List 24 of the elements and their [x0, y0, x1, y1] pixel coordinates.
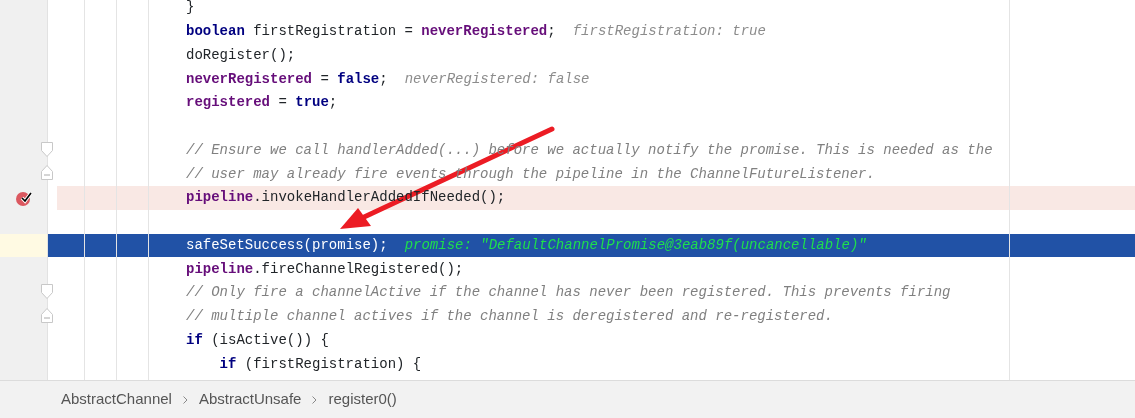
- code-line: // user may already fire events through the pipeline in the ChannelFutureListener.: [186, 164, 875, 184]
- inline-value-hint: firstRegistration: true: [572, 22, 766, 42]
- code-line: if (isActive()) {: [186, 330, 329, 350]
- breadcrumb-item[interactable]: AbstractChannel: [61, 388, 172, 411]
- code-line: // multiple channel actives if the channel is deregistered and re-registered.: [186, 307, 833, 327]
- breadcrumb-item[interactable]: AbstractUnsafe: [198, 388, 302, 411]
- fold-icon[interactable]: [41, 284, 53, 299]
- code-line: registered = true;: [186, 93, 338, 113]
- code-line: }: [186, 0, 195, 18]
- code-line: pipeline.fireChannelRegistered();: [186, 259, 464, 279]
- code-line: neverRegistered = false;: [186, 69, 388, 89]
- fold-icon[interactable]: [41, 165, 53, 181]
- code-line: safeSetSuccess(promise);: [186, 235, 388, 255]
- breadcrumb-item[interactable]: register0(): [328, 388, 397, 411]
- inline-value-hint: neverRegistered: false: [404, 69, 590, 89]
- code-line: boolean firstRegistration = neverRegistered;: [186, 22, 556, 42]
- inline-value-hint: promise: "DefaultChannelPromise@3eab89f(uncancellable)": [404, 235, 867, 255]
- chevron-icon: [312, 395, 318, 404]
- code-line: // Only fire a channelActive if the channel has never been registered. This prevents firing: [186, 283, 951, 303]
- fold-icon[interactable]: [41, 141, 53, 157]
- fold-icon[interactable]: [41, 307, 53, 323]
- code-line: if (firstRegistration) {: [219, 354, 422, 374]
- code-line: doRegister();: [186, 45, 296, 65]
- chevron-icon: [182, 395, 188, 404]
